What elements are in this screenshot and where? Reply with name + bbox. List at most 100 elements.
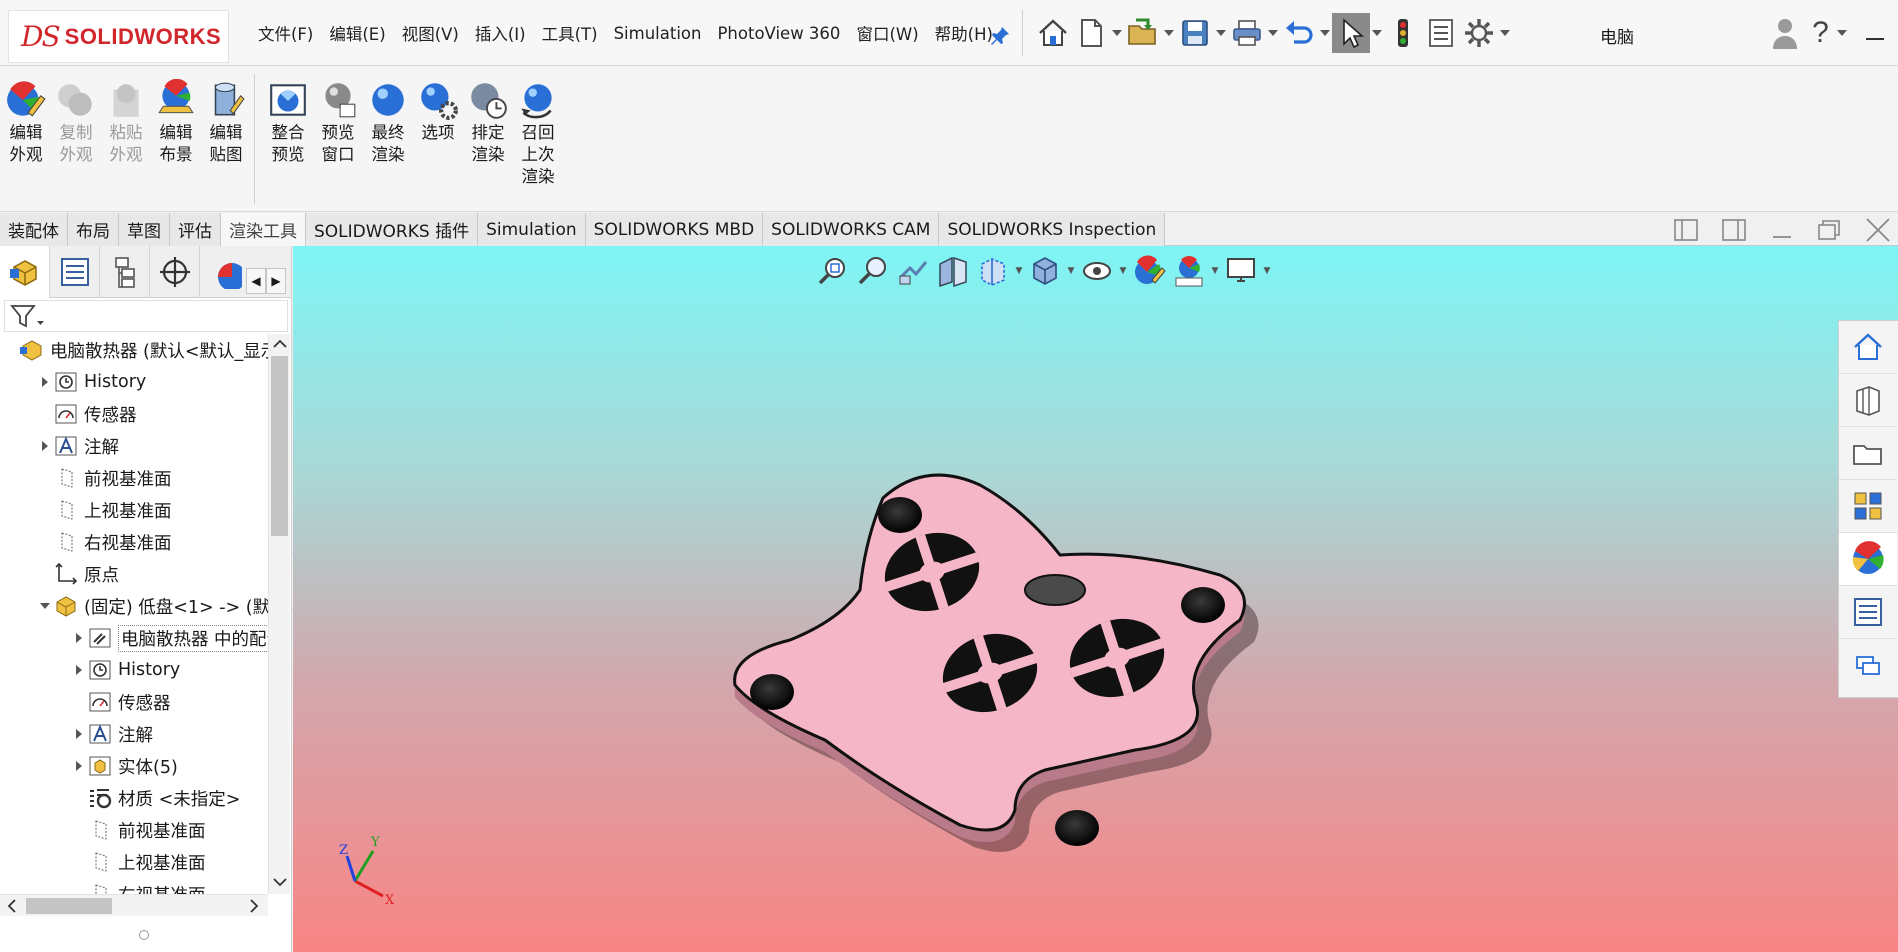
tree-node[interactable]: 右视基准面 <box>72 878 206 894</box>
tree-node[interactable]: 上视基准面 <box>72 846 206 878</box>
open-icon[interactable] <box>1124 13 1162 53</box>
horizontal-scroll-thumb[interactable] <box>26 898 112 914</box>
final-render-button[interactable]: 最终渲染 <box>364 80 412 166</box>
scroll-up-icon[interactable] <box>271 336 289 352</box>
copy-appearance-button[interactable]: 复制外观 <box>52 80 100 166</box>
expand-arrow-icon[interactable] <box>73 664 85 676</box>
preview-window-button[interactable]: 预览窗口 <box>314 80 362 166</box>
solidworks-logo[interactable]: DS SOLIDWORKS <box>8 10 229 63</box>
tree-expander[interactable] <box>72 855 86 869</box>
chevron-down-icon[interactable] <box>1266 13 1280 53</box>
tree-expander[interactable] <box>38 375 52 389</box>
tree-expander[interactable] <box>4 343 18 357</box>
forum-icon[interactable] <box>1839 639 1897 692</box>
tree-node[interactable]: 前视基准面 <box>38 462 172 494</box>
section-view-icon[interactable] <box>933 249 973 293</box>
cooling-pad-model[interactable] <box>715 440 1315 940</box>
expand-arrow-icon[interactable] <box>73 760 85 772</box>
schedule-render-button[interactable]: 排定渲染 <box>464 80 512 166</box>
tree-expander[interactable] <box>72 631 86 645</box>
previous-view-icon[interactable] <box>893 249 933 293</box>
scroll-right-icon[interactable] <box>246 897 262 915</box>
tree-expander[interactable] <box>38 567 52 581</box>
edit-appearance-icon[interactable] <box>1129 249 1169 293</box>
tree-node[interactable]: 实体(5) <box>72 750 178 782</box>
edit-decal-button[interactable]: 编辑贴图 <box>202 80 250 166</box>
appearances-scenes-decals-icon[interactable] <box>1839 533 1897 586</box>
hide-show-items-icon[interactable] <box>1077 249 1117 293</box>
custom-properties-icon[interactable] <box>1839 586 1897 639</box>
chevron-down-icon[interactable] <box>1162 13 1176 53</box>
design-library-icon[interactable] <box>1839 374 1897 427</box>
expand-arrow-icon[interactable] <box>39 376 51 388</box>
graphics-area[interactable]: ▼ ▼ ▼ ▼ ▼ X Y Z <box>293 213 1898 952</box>
tree-expander[interactable] <box>38 599 52 613</box>
edit-appearance-button[interactable]: 编辑外观 <box>2 80 50 166</box>
menu-item[interactable]: 窗口(W) <box>848 21 926 45</box>
file-explorer-icon[interactable] <box>1839 427 1897 480</box>
scroll-down-icon[interactable] <box>271 874 289 890</box>
tile-right-icon[interactable] <box>1711 215 1759 245</box>
solidworks-resources-icon[interactable] <box>1839 321 1897 374</box>
render-options-button[interactable]: 选项 <box>414 80 462 144</box>
expand-arrow-icon[interactable] <box>73 728 85 740</box>
chevron-down-icon[interactable]: ▼ <box>1261 249 1273 293</box>
help-icon[interactable]: ? <box>1807 13 1852 53</box>
menu-item[interactable]: 工具(T) <box>534 21 606 45</box>
edit-scene-button[interactable]: 编辑布景 <box>152 79 200 166</box>
tree-expander[interactable] <box>72 727 86 741</box>
options-icon[interactable] <box>1460 13 1498 53</box>
command-tab[interactable]: 装配体 <box>0 213 68 246</box>
viewport-minimize-icon[interactable] <box>1759 215 1807 245</box>
chevron-down-icon[interactable] <box>1370 13 1384 53</box>
tree-expander[interactable] <box>72 759 86 773</box>
rebuild-icon[interactable] <box>1384 13 1422 53</box>
menu-item[interactable]: 编辑(E) <box>321 21 393 45</box>
menu-item[interactable]: 文件(F) <box>250 21 321 45</box>
view-orientation-icon[interactable] <box>973 249 1013 293</box>
panel-resize-grip[interactable] <box>139 930 149 940</box>
tree-vertical-scrollbar[interactable] <box>268 334 290 894</box>
tree-node[interactable]: History <box>72 654 180 686</box>
filter-icon[interactable] <box>9 303 45 331</box>
tree-expander[interactable] <box>38 471 52 485</box>
command-tab[interactable]: 评估 <box>170 213 221 246</box>
tree-horizontal-scrollbar[interactable] <box>0 894 268 916</box>
feature-manager-tab-icon[interactable] <box>0 246 50 298</box>
file-properties-icon[interactable] <box>1422 13 1460 53</box>
tree-node[interactable]: 材质 <未指定> <box>72 782 240 814</box>
scroll-left-icon[interactable] <box>4 897 20 915</box>
chevron-down-icon[interactable] <box>1110 13 1124 53</box>
recall-last-render-button[interactable]: 召回上次渲染 <box>514 80 562 188</box>
integrated-preview-button[interactable]: 整合预览 <box>264 80 312 166</box>
tree-expander[interactable] <box>72 663 86 677</box>
undo-icon[interactable] <box>1280 13 1318 53</box>
chevron-down-icon[interactable]: ▼ <box>1013 249 1025 293</box>
tree-node[interactable]: (固定) 低盘<1> -> (默认 <box>38 590 268 622</box>
tree-expander[interactable] <box>72 823 86 837</box>
user-icon[interactable] <box>1762 13 1807 53</box>
paste-appearance-button[interactable]: 粘贴外观 <box>102 80 150 166</box>
display-style-icon[interactable] <box>1025 249 1065 293</box>
chevron-down-icon[interactable]: ▼ <box>1209 249 1221 293</box>
tree-node[interactable]: 右视基准面 <box>38 526 172 558</box>
view-palette-icon[interactable] <box>1839 480 1897 533</box>
tree-node[interactable]: 传感器 <box>72 686 171 718</box>
tree-node[interactable]: 原点 <box>38 558 119 590</box>
chevron-down-icon[interactable] <box>1318 13 1332 53</box>
menu-item[interactable]: Simulation <box>606 24 710 43</box>
zoom-to-area-icon[interactable] <box>853 249 893 293</box>
configuration-manager-tab-icon[interactable] <box>100 246 150 298</box>
expand-arrow-icon[interactable] <box>73 632 85 644</box>
menu-item[interactable]: 视图(V) <box>394 21 467 45</box>
chevron-right-icon[interactable]: ▶ <box>266 268 286 294</box>
command-tab[interactable]: 布局 <box>68 213 119 246</box>
tile-left-icon[interactable] <box>1663 215 1711 245</box>
tree-node[interactable]: 电脑散热器 中的配合 <box>72 622 268 654</box>
minimize-icon[interactable] <box>1852 13 1897 53</box>
tree-node[interactable]: 注解 <box>38 430 119 462</box>
tree-node[interactable]: 传感器 <box>38 398 137 430</box>
pin-menu-icon[interactable] <box>988 24 1012 48</box>
save-icon[interactable] <box>1176 13 1214 53</box>
menu-item[interactable]: PhotoView 360 <box>709 24 848 43</box>
